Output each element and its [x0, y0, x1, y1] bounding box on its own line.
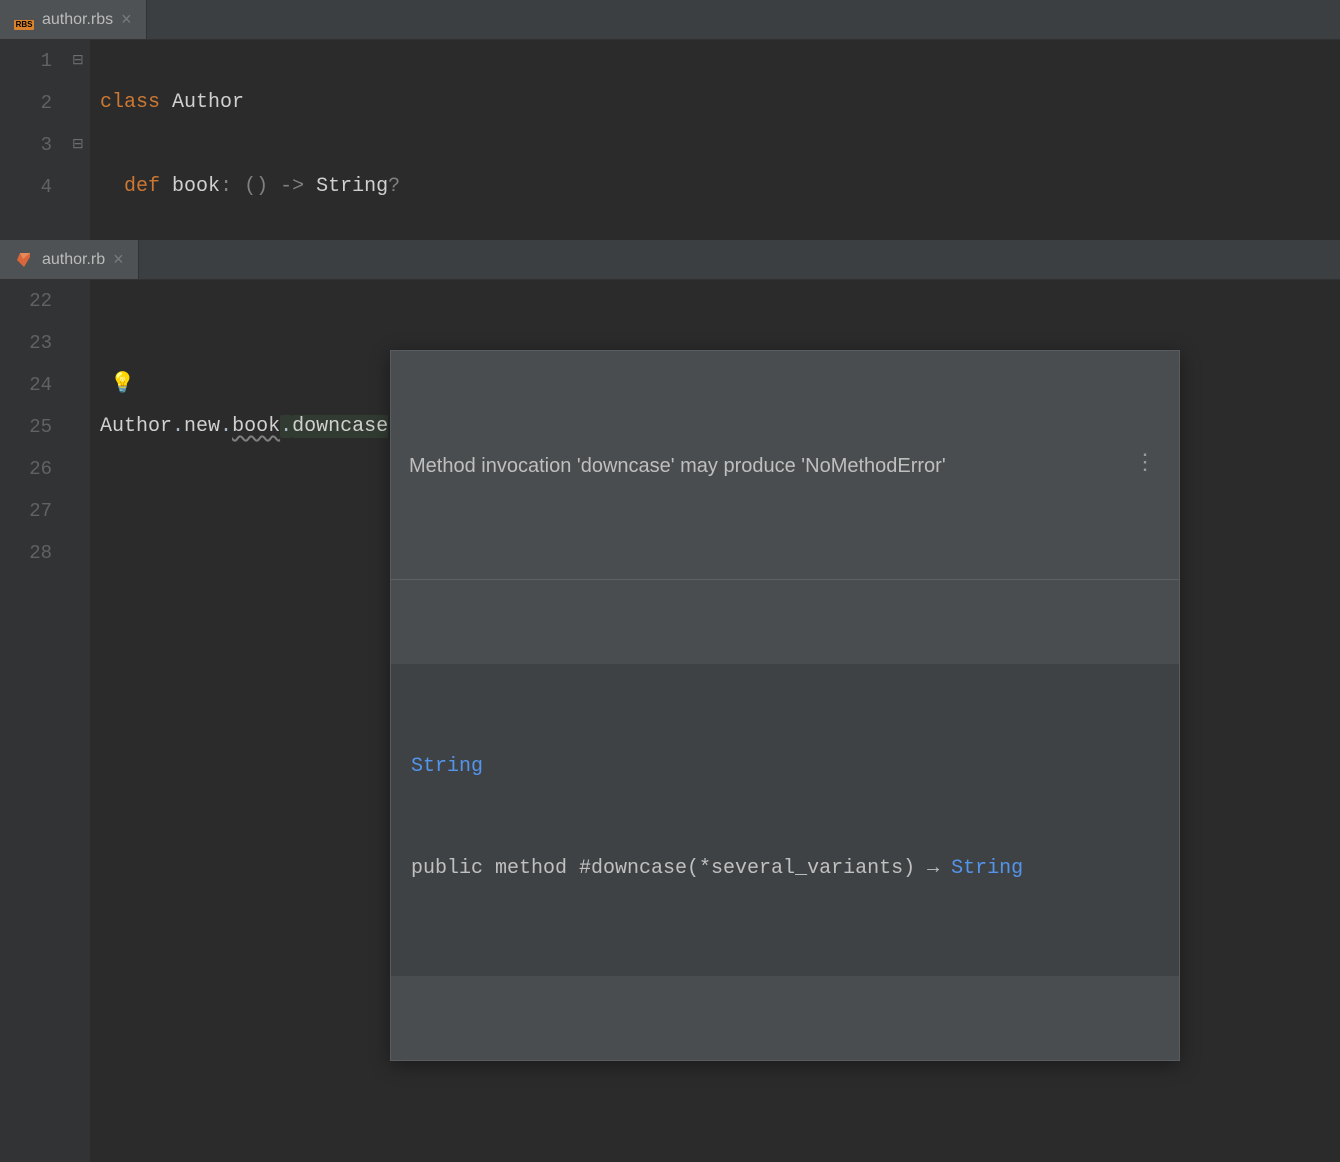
- fold-end-icon[interactable]: ⊟: [72, 124, 84, 166]
- line-number: 27: [10, 490, 52, 532]
- editor-pane-rbs[interactable]: 1 2 3 4 ⊟ ⊟ class Author def book: () ->…: [0, 40, 1340, 240]
- tab-label: author.rbs: [42, 11, 113, 29]
- ruby-file-icon: [14, 250, 34, 270]
- signature: : () ->: [220, 175, 316, 198]
- tab-author-rb[interactable]: author.rb ×: [0, 240, 139, 279]
- call: new: [184, 415, 220, 438]
- doc-type: String: [411, 755, 483, 778]
- line-number: 22: [10, 280, 52, 322]
- tab-label: author.rb: [42, 251, 105, 269]
- line-number: 3: [10, 124, 52, 166]
- gutter: 22 23 24 25 26 27 28: [0, 280, 70, 1162]
- separator: [391, 579, 1179, 580]
- doc-return-type: String: [951, 857, 1023, 880]
- const: Author: [100, 415, 172, 438]
- return-type: String: [316, 175, 388, 198]
- fold-column: ⊟ ⊟: [70, 40, 90, 240]
- rbs-file-icon: RBS: [14, 10, 34, 30]
- more-actions-icon[interactable]: ⋮: [1130, 451, 1161, 473]
- tab-bar-top: RBS author.rbs ×: [0, 0, 1340, 40]
- close-icon[interactable]: ×: [121, 9, 132, 30]
- line-number: 24: [10, 364, 52, 406]
- nilable: ?: [388, 175, 400, 198]
- call-downcase: downcase: [292, 415, 388, 438]
- inspection-tooltip: Method invocation 'downcase' may produce…: [390, 350, 1180, 1061]
- code-area[interactable]: Author.new.book.downcase 💡 Method invoca…: [90, 280, 398, 1162]
- doc-line: public method #downcase(*several_variant…: [411, 857, 951, 880]
- fold-start-icon[interactable]: ⊟: [72, 40, 84, 82]
- tooltip-message: Method invocation 'downcase' may produce…: [409, 451, 946, 481]
- tab-author-rbs[interactable]: RBS author.rbs ×: [0, 0, 147, 39]
- quick-doc: String public method #downcase(*several_…: [391, 664, 1179, 976]
- keyword: def: [124, 175, 160, 198]
- dot: .: [220, 415, 232, 438]
- dot: .: [172, 415, 184, 438]
- line-number: 25: [10, 406, 52, 448]
- dot: .: [280, 415, 292, 438]
- gutter: 1 2 3 4: [0, 40, 70, 240]
- line-number: 28: [10, 532, 52, 574]
- code-area[interactable]: class Author def book: () -> String? end: [90, 40, 410, 240]
- line-number: 1: [10, 40, 52, 82]
- keyword: class: [100, 91, 160, 114]
- method-name: book: [172, 175, 220, 198]
- call-book: book: [232, 415, 280, 438]
- intention-bulb-icon[interactable]: 💡: [110, 364, 135, 406]
- editor-pane-rb[interactable]: 22 23 24 25 26 27 28 Author.new.book.dow…: [0, 280, 1340, 1162]
- close-icon[interactable]: ×: [113, 249, 124, 270]
- line-number: 2: [10, 82, 52, 124]
- line-number: 26: [10, 448, 52, 490]
- fold-column: [70, 280, 90, 1162]
- class-name: Author: [172, 91, 244, 114]
- line-number: 23: [10, 322, 52, 364]
- line-number: 4: [10, 166, 52, 208]
